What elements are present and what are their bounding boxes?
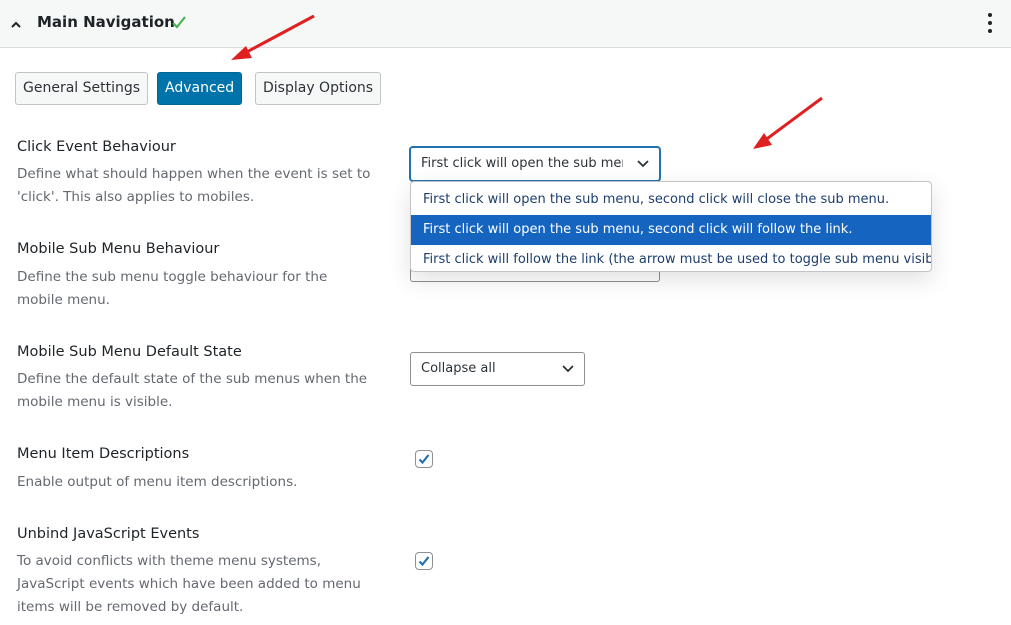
click-event-selected-value: First click will open the sub menu, seco…	[421, 156, 623, 171]
annotation-arrow-icon	[753, 96, 823, 149]
checkmark-icon	[418, 556, 430, 567]
click-event-option[interactable]: First click will follow the link (the ar…	[411, 245, 931, 271]
more-vertical-icon[interactable]	[983, 11, 997, 35]
mobile-sub-menu-description: Define the sub menu toggle behaviour for…	[17, 269, 328, 308]
mobile-sub-menu-label: Mobile Sub Menu Behaviour	[17, 241, 220, 257]
checkmark-icon	[172, 16, 186, 29]
checkmark-icon	[418, 454, 430, 465]
chevron-down-icon	[562, 365, 574, 373]
chevron-up-icon[interactable]	[9, 18, 23, 32]
unbind-js-description: To avoid conflicts with theme menu syste…	[17, 553, 361, 615]
unbind-js-checkbox[interactable]	[415, 552, 433, 570]
tab-display-options[interactable]: Display Options	[255, 72, 382, 105]
tab-general-settings[interactable]: General Settings	[15, 72, 149, 105]
panel-title: Main Navigation	[37, 13, 175, 31]
mobile-default-state-description: Define the default state of the sub menu…	[17, 371, 368, 410]
menu-item-descriptions-checkbox[interactable]	[415, 450, 433, 468]
unbind-js-label: Unbind JavaScript Events	[17, 526, 200, 542]
click-event-options-list: First click will open the sub menu, seco…	[410, 181, 932, 272]
menu-item-descriptions-label: Menu Item Descriptions	[17, 446, 190, 462]
mobile-default-state-select[interactable]: Collapse all	[410, 352, 585, 386]
click-event-label: Click Event Behaviour	[17, 139, 176, 155]
panel-header: Main Navigation	[0, 0, 1011, 48]
chevron-down-icon	[637, 160, 649, 168]
click-event-select[interactable]: First click will open the sub menu, seco…	[410, 147, 660, 181]
click-event-description: Define what should happen when the event…	[17, 166, 371, 205]
mobile-default-state-value: Collapse all	[421, 361, 496, 376]
click-event-option[interactable]: First click will open the sub menu, seco…	[411, 185, 931, 215]
click-event-option[interactable]: First click will open the sub menu, seco…	[411, 215, 931, 245]
tab-advanced[interactable]: Advanced	[157, 72, 243, 105]
menu-item-descriptions-description: Enable output of menu item descriptions.	[17, 474, 298, 490]
mobile-default-state-label: Mobile Sub Menu Default State	[17, 344, 242, 360]
